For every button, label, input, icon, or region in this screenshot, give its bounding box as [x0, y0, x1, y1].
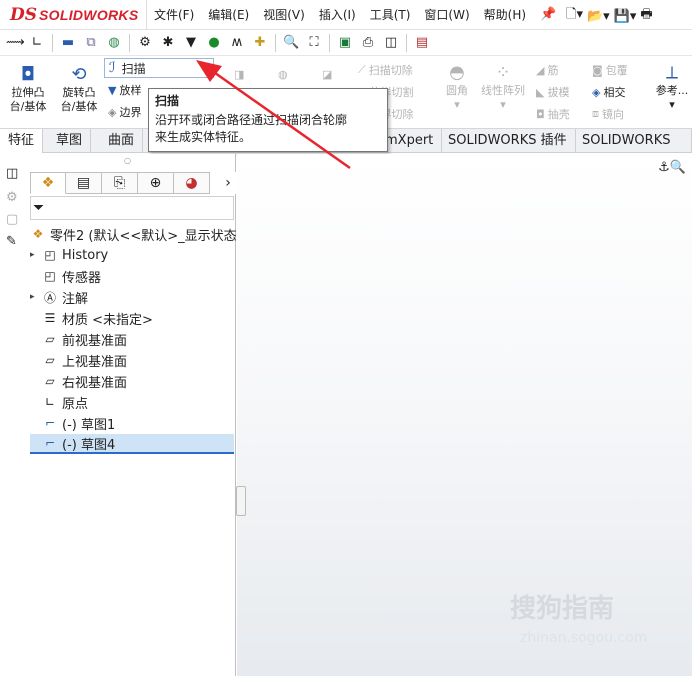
annotation-arrow — [196, 60, 351, 170]
